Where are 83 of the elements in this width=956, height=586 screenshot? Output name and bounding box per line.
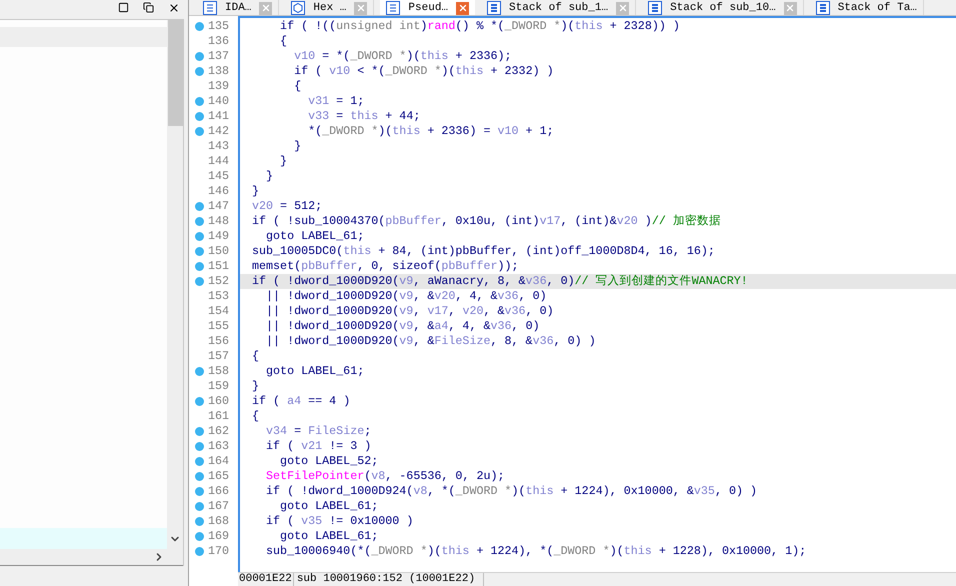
line-number: 156 xyxy=(208,334,230,349)
stack-icon xyxy=(816,1,830,15)
code-line: } xyxy=(265,169,274,184)
line-number: 161 xyxy=(208,409,230,424)
code-line: } xyxy=(251,379,260,394)
status-address: 00001E22 xyxy=(238,573,294,586)
code-line: v31 = 1; xyxy=(307,94,366,109)
code-line: v10 = *(_DWORD *)(this + 2336); xyxy=(293,49,513,64)
code-line: memset(pbBuffer, 0, sizeof(pbBuffer)); xyxy=(251,259,520,274)
line-number: 168 xyxy=(208,514,230,529)
code-line: *(_DWORD *)(this + 2336) = v10 + 1; xyxy=(307,124,555,139)
code-line: if ( a4 == 4 ) xyxy=(251,394,352,409)
code-line: if ( !sub_10004370(pbBuffer, 0x10u, (int)v17, (int)&v20 )// 加密数据 xyxy=(251,214,722,229)
code-line: if ( v35 != 0x10000 ) xyxy=(265,514,414,529)
line-number: 142 xyxy=(208,124,230,139)
line-number: 158 xyxy=(208,364,230,379)
line-number: 166 xyxy=(208,484,230,499)
code-line: if ( v21 != 3 ) xyxy=(265,439,372,454)
line-number: 139 xyxy=(208,79,230,94)
line-number: 144 xyxy=(208,154,230,169)
code-line: || !dword_1000D920(v9, &FileSize, 8, &v36, 0) ) xyxy=(265,334,597,349)
line-number: 149 xyxy=(208,229,230,244)
code-line: sub_10006940(*(_DWORD *)(this + 1224), *(_DWORD *)(this + 1228), 0x10000, 1); xyxy=(265,544,808,559)
code-line: goto LABEL_61; xyxy=(265,229,366,244)
line-number: 165 xyxy=(208,469,230,484)
code-line: { xyxy=(251,349,260,364)
code-line: { xyxy=(251,409,260,424)
line-number: 155 xyxy=(208,319,230,334)
code-line: } xyxy=(251,184,260,199)
code-line: if ( v10 < *(_DWORD *)(this + 2332) ) xyxy=(293,64,555,79)
code-line: v33 = this + 44; xyxy=(307,109,422,124)
line-number: 150 xyxy=(208,244,230,259)
code-line: sub_10005DC0(this + 84, (int)pbBuffer, (int)off_1000D8D4, 16, 16); xyxy=(251,244,716,259)
line-number: 160 xyxy=(208,394,230,409)
code-line: { xyxy=(279,34,288,49)
code-line: SetFilePointer(v8, -65536, 0, 2u); xyxy=(265,469,506,484)
stack-icon xyxy=(487,1,502,15)
code-line: goto LABEL_52; xyxy=(279,454,380,469)
status-location: sub 10001960:152 (10001E22) xyxy=(294,573,484,586)
line-number: 146 xyxy=(208,184,230,199)
code-line: goto LABEL_61; xyxy=(265,364,366,379)
line-number: 136 xyxy=(208,34,230,49)
line-number: 141 xyxy=(208,109,230,124)
code-line: goto LABEL_61; xyxy=(279,499,380,514)
line-number: 169 xyxy=(208,529,230,544)
code-line: || !dword_1000D920(v9, &v20, 4, &v36, 0) xyxy=(265,289,548,304)
line-number: 138 xyxy=(208,64,230,79)
line-number: 140 xyxy=(208,94,230,109)
line-number: 148 xyxy=(208,214,230,229)
code-line: || !dword_1000D920(v9, v17, v20, &v36, 0) xyxy=(265,304,555,319)
code-line: v34 = FileSize; xyxy=(265,424,372,439)
line-number: 145 xyxy=(208,169,230,184)
close-icon[interactable] xyxy=(168,2,180,14)
line-number: 152 xyxy=(208,274,230,289)
code-line: v20 = 512; xyxy=(251,199,324,214)
line-number: 143 xyxy=(208,139,230,154)
document-icon xyxy=(386,1,400,15)
line-number: 151 xyxy=(208,259,230,274)
line-number: 164 xyxy=(208,454,230,469)
code-line: goto LABEL_61; xyxy=(279,529,380,544)
line-number: 135 xyxy=(208,19,230,34)
line-number: 157 xyxy=(208,349,230,364)
code-line: || !dword_1000D920(v9, &a4, 4, &v36, 0) xyxy=(265,319,541,334)
code-line: if ( !((unsigned int)rand() % *(_DWORD *)(this + 2328)) ) xyxy=(279,19,681,34)
code-line: } xyxy=(279,154,288,169)
line-number: 162 xyxy=(208,424,230,439)
stack-icon xyxy=(648,1,662,15)
hexagon-icon xyxy=(291,1,306,15)
line-number: 159 xyxy=(208,379,230,394)
maximize-icon[interactable] xyxy=(118,2,129,13)
line-number: 137 xyxy=(208,49,230,64)
line-number: 154 xyxy=(208,304,230,319)
line-number: 170 xyxy=(208,544,230,559)
code-line: } xyxy=(293,139,302,154)
line-number: 147 xyxy=(208,199,230,214)
code-line: if ( !dword_1000D924(v8, *(_DWORD *)(this + 1224), 0x10000, &v35, 0) ) xyxy=(265,484,758,499)
line-number: 153 xyxy=(208,289,230,304)
scrollbar-thumb[interactable] xyxy=(168,20,182,126)
editor-tab[interactable]: Pseud… xyxy=(380,0,476,15)
code-line: { xyxy=(293,79,302,94)
line-number: 167 xyxy=(208,499,230,514)
restore-icon[interactable] xyxy=(143,2,154,13)
line-number: 163 xyxy=(208,439,230,454)
